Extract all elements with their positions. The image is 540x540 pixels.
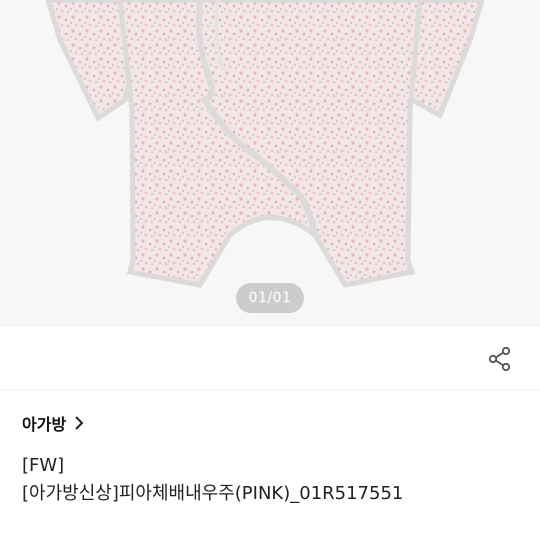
- product-title: [FW] [아가방신상]피아체배내우주(PINK)_01R517551: [22, 452, 522, 508]
- chevron-right-icon: [75, 416, 84, 430]
- share-button[interactable]: [485, 343, 515, 375]
- section-divider: [0, 389, 540, 390]
- product-title-line-1: [FW]: [22, 455, 65, 476]
- share-icon: [488, 346, 511, 372]
- product-image: [45, 0, 485, 288]
- product-image-area[interactable]: 01/01: [0, 0, 540, 327]
- brand-link[interactable]: 아가방: [22, 410, 84, 436]
- product-title-line-2: [아가방신상]피아체배내우주(PINK)_01R517551: [22, 483, 404, 504]
- image-counter: 01/01: [236, 283, 304, 313]
- brand-name: 아가방: [22, 415, 67, 434]
